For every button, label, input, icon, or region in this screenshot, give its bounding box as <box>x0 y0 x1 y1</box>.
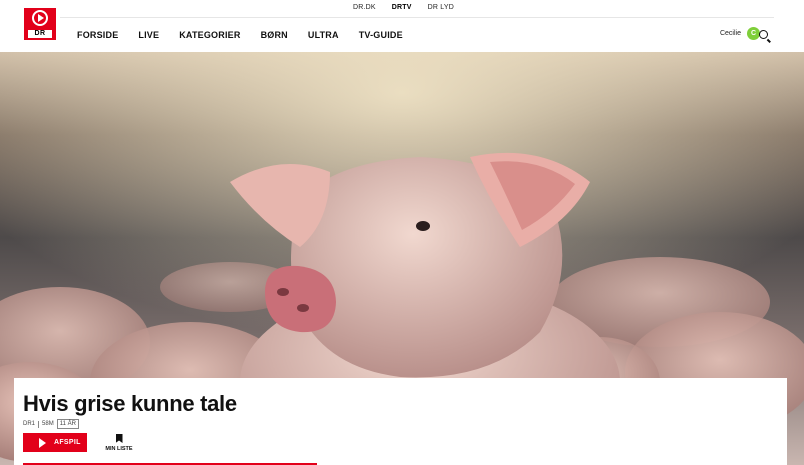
play-button[interactable]: AFSPIL <box>23 433 87 452</box>
nav-item-live[interactable]: LIVE <box>138 30 159 40</box>
bookmark-icon <box>115 434 123 443</box>
top-link-dr-dk[interactable]: DR.DK <box>353 4 376 11</box>
top-links: DR.DK DRTV DR LYD <box>353 4 454 11</box>
duration-label: 58M <box>42 421 54 427</box>
nav-item-tv-guide[interactable]: TV-GUIDE <box>359 30 403 40</box>
logo-text: DR <box>28 30 52 38</box>
program-meta: DR1 58M 11 ÅR <box>23 419 79 429</box>
dr-logo-icon[interactable]: DR <box>24 8 56 40</box>
nav-item-ultra[interactable]: ULTRA <box>308 30 339 40</box>
nav-item-forside[interactable]: FORSIDE <box>77 30 118 40</box>
user-name: Cecilie <box>719 30 741 37</box>
main-nav: DR FORSIDE LIVE KATEGORIER BØRN ULTRA TV… <box>0 8 804 52</box>
logo-play-icon <box>32 10 48 26</box>
nav-menu: FORSIDE LIVE KATEGORIER BØRN ULTRA TV-GU… <box>77 30 423 40</box>
top-link-dr-lyd[interactable]: DR LYD <box>428 4 454 11</box>
top-link-drtv[interactable]: DRTV <box>392 4 412 11</box>
my-list-label: MIN LISTE <box>105 446 133 452</box>
user-profile[interactable]: Cecilie C <box>720 27 760 40</box>
top-strip: DR.DK DRTV DR LYD <box>0 0 804 18</box>
nav-item-kategorier[interactable]: KATEGORIER <box>179 30 240 40</box>
play-button-label: AFSPIL <box>54 439 81 446</box>
age-rating-badge: 11 ÅR <box>56 419 79 429</box>
play-icon <box>39 437 46 448</box>
program-title: Hvis grise kunne tale <box>23 391 237 416</box>
channel-label: DR1 <box>23 421 36 427</box>
program-info-panel: Hvis grise kunne tale DR1 58M 11 ÅR AFSP… <box>14 378 787 465</box>
search-icon[interactable] <box>759 30 768 39</box>
meta-divider <box>38 420 40 428</box>
my-list-button[interactable]: MIN LISTE <box>104 434 134 452</box>
nav-item-born[interactable]: BØRN <box>261 30 288 40</box>
